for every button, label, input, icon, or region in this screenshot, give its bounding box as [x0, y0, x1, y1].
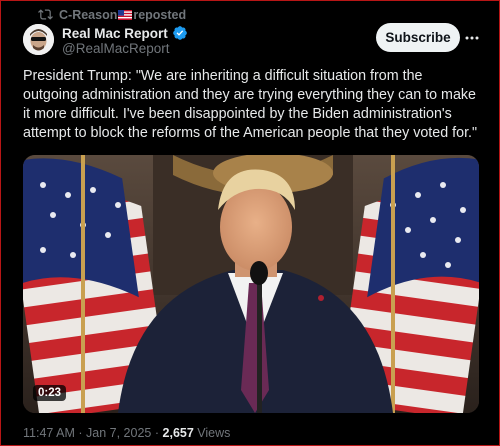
post-time[interactable]: 11:47 AM [23, 426, 75, 440]
views-count[interactable]: 2,657 [163, 426, 194, 440]
author-handle[interactable]: @RealMacReport [62, 41, 170, 56]
meta-separator: · [78, 426, 83, 440]
post-date[interactable]: Jan 7, 2025 [86, 426, 151, 440]
author-name-row[interactable]: Real Mac Report [62, 25, 188, 41]
video-frame [23, 155, 479, 413]
author-avatar[interactable] [23, 24, 54, 55]
us-flag-icon [118, 9, 133, 20]
author-name[interactable]: Real Mac Report [62, 26, 168, 41]
tweet-meta: 11:47 AM · Jan 7, 2025 · 2,657 Views [23, 426, 230, 440]
repost-icon [38, 9, 53, 20]
verified-badge-icon [172, 26, 187, 40]
subscribe-button[interactable]: Subscribe [376, 23, 460, 52]
more-options-icon[interactable] [464, 31, 480, 45]
meta-separator: · [154, 426, 160, 440]
repost-indicator[interactable]: C-Reason reposted [38, 7, 186, 22]
repost-user[interactable]: C-Reason [59, 8, 117, 22]
tweet-text: President Trump: "We are inheriting a di… [23, 68, 478, 141]
repost-suffix: reposted [133, 7, 187, 22]
avatar-image [23, 24, 54, 55]
video-duration: 0:23 [33, 385, 67, 401]
video-player[interactable] [23, 155, 479, 413]
views-label: Views [197, 426, 231, 440]
